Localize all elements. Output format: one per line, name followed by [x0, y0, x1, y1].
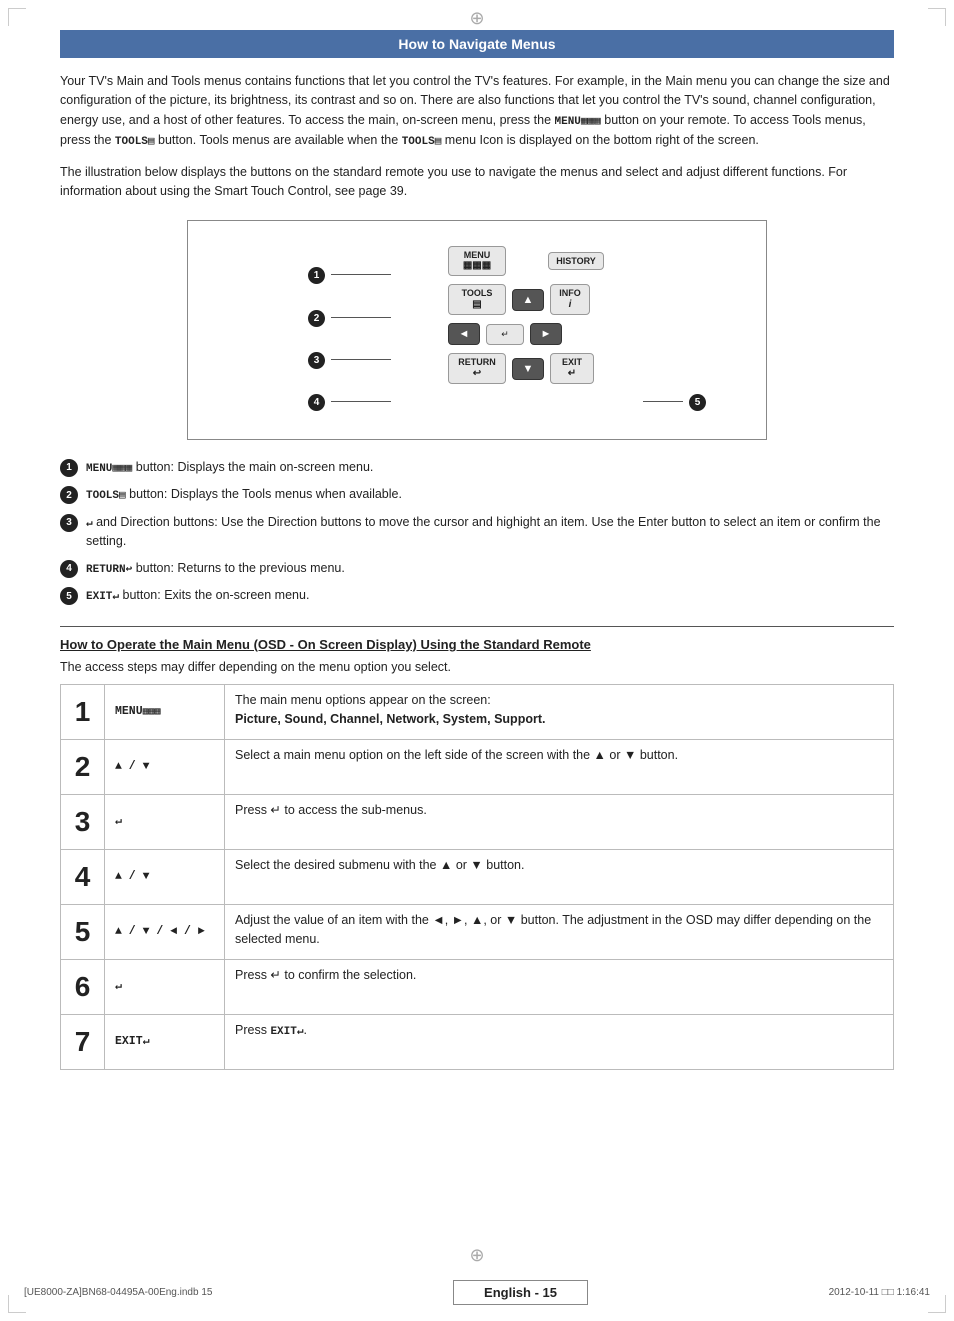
table-row: 1 MENU▦▦▦ The main menu options appear o… [61, 684, 894, 739]
osd-row-icon: EXIT↵ [105, 1014, 225, 1069]
page-label: English - 15 [484, 1285, 557, 1300]
osd-row-icon: ▲ / ▼ [105, 849, 225, 904]
desc-text-3: ↵ and Direction buttons: Use the Directi… [86, 513, 894, 551]
osd-row-icon: ▲ / ▼ / ◄ / ► [105, 904, 225, 959]
enter-button[interactable]: ↵ [486, 324, 524, 345]
info-button[interactable]: INFOi [550, 284, 590, 315]
crosshair-bottom-icon: ⊕ [469, 1245, 484, 1266]
menu-key-desc: MENU▦▦▦ [86, 463, 132, 475]
table-row: 2 ▲ / ▼ Select a main menu option on the… [61, 739, 894, 794]
osd-section: How to Operate the Main Menu (OSD - On S… [60, 637, 894, 1070]
table-row: 5 ▲ / ▼ / ◄ / ► Adjust the value of an i… [61, 904, 894, 959]
table-row: 7 EXIT↵ Press EXIT↵. [61, 1014, 894, 1069]
osd-row-num: 6 [61, 959, 105, 1014]
remote-row-4: RETURN↩ ▼ EXIT↵ [448, 353, 688, 384]
tools-key-desc: TOOLS▤ [86, 490, 126, 502]
left-button[interactable]: ◄ [448, 323, 480, 345]
tools-button[interactable]: TOOLS▤ [448, 284, 506, 315]
remote-row-1: MENU▦▦▦ HISTORY [448, 246, 688, 277]
osd-row-num: 5 [61, 904, 105, 959]
desc-text-2: TOOLS▤ button: Displays the Tools menus … [86, 485, 894, 505]
osd-subtitle: The access steps may differ depending on… [60, 660, 894, 674]
intro-paragraph: Your TV's Main and Tools menus contains … [60, 72, 894, 151]
illustration-note: The illustration below displays the butt… [60, 163, 894, 202]
callout-3: 3 [308, 351, 391, 369]
osd-row-desc: Select a main menu option on the left si… [225, 739, 894, 794]
footer-left: [UE8000-ZA]BN68-04495A-00Eng.indb 15 [24, 1287, 212, 1298]
desc-num-3: 3 [60, 514, 78, 532]
table-row: 4 ▲ / ▼ Select the desired submenu with … [61, 849, 894, 904]
desc-text-1: MENU▦▦▦ button: Displays the main on-scr… [86, 458, 894, 478]
menu-key-inline: MENU▦▦▦ [555, 116, 601, 128]
exit-key-desc: EXIT↵ [86, 591, 119, 603]
down-button[interactable]: ▼ [512, 358, 544, 380]
desc-item-3: 3 ↵ and Direction buttons: Use the Direc… [60, 513, 894, 551]
osd-row-icon: ↵ [105, 959, 225, 1014]
desc-item-1: 1 MENU▦▦▦ button: Displays the main on-s… [60, 458, 894, 478]
osd-row-desc: Press ↵ to access the sub-menus. [225, 794, 894, 849]
remote-illustration-box: 1 2 3 4 5 MENU▦▦▦ HI [187, 220, 767, 440]
tools-key-inline2: TOOLS▤ [402, 136, 442, 148]
desc-item-4: 4 RETURN↩ button: Returns to the previou… [60, 559, 894, 579]
callout-5: 5 [643, 393, 706, 411]
osd-row-desc: Select the desired submenu with the ▲ or… [225, 849, 894, 904]
desc-text-5: EXIT↵ button: Exits the on-screen menu. [86, 586, 894, 606]
callout-4: 4 [308, 393, 391, 411]
desc-num-1: 1 [60, 459, 78, 477]
page-label-box: English - 15 [453, 1280, 588, 1305]
remote-row-3: ◄ ↵ ► [448, 323, 688, 345]
right-button[interactable]: ► [530, 323, 562, 345]
corner-mark-tl [8, 8, 26, 26]
menu-options-list: Picture, Sound, Channel, Network, System… [235, 712, 545, 726]
footer-right: 2012-10-11 □□ 1:16:41 [829, 1287, 930, 1298]
osd-row-desc: Press ↵ to confirm the selection. [225, 959, 894, 1014]
page: ⊕ How to Navigate Menus Your TV's Main a… [0, 0, 954, 1321]
remote-buttons-area: MENU▦▦▦ HISTORY TOOLS▤ ▲ INFOi ◄ ↵ ► [448, 246, 688, 392]
osd-row-num: 4 [61, 849, 105, 904]
desc-num-2: 2 [60, 486, 78, 504]
callout-1: 1 [308, 266, 391, 284]
osd-row-desc: Adjust the value of an item with the ◄, … [225, 904, 894, 959]
section-title: How to Navigate Menus [398, 36, 555, 52]
exit-inline: EXIT↵ [270, 1026, 303, 1038]
osd-row-num: 7 [61, 1014, 105, 1069]
return-button[interactable]: RETURN↩ [448, 353, 506, 384]
osd-row-num: 3 [61, 794, 105, 849]
desc-num-5: 5 [60, 587, 78, 605]
desc-num-4: 4 [60, 560, 78, 578]
remote-row-2: TOOLS▤ ▲ INFOi [448, 284, 688, 315]
osd-row-num: 2 [61, 739, 105, 794]
tools-key-inline: TOOLS▤ [115, 136, 155, 148]
page-footer: [UE8000-ZA]BN68-04495A-00Eng.indb 15 Eng… [0, 1280, 954, 1305]
enter-key-desc: ↵ [86, 518, 93, 530]
osd-row-icon: ▲ / ▼ [105, 739, 225, 794]
table-row: 3 ↵ Press ↵ to access the sub-menus. [61, 794, 894, 849]
up-button[interactable]: ▲ [512, 289, 544, 311]
menu-button[interactable]: MENU▦▦▦ [448, 246, 506, 277]
table-row: 6 ↵ Press ↵ to confirm the selection. [61, 959, 894, 1014]
footer-center: English - 15 [453, 1280, 588, 1305]
corner-mark-tr [928, 8, 946, 26]
osd-row-icon: ↵ [105, 794, 225, 849]
osd-title: How to Operate the Main Menu (OSD - On S… [60, 637, 894, 652]
section-title-bar: How to Navigate Menus [60, 30, 894, 58]
description-list: 1 MENU▦▦▦ button: Displays the main on-s… [60, 458, 894, 606]
desc-item-2: 2 TOOLS▤ button: Displays the Tools menu… [60, 485, 894, 505]
osd-row-icon: MENU▦▦▦ [105, 684, 225, 739]
return-key-desc: RETURN↩ [86, 564, 132, 576]
exit-button[interactable]: EXIT↵ [550, 353, 594, 384]
desc-item-5: 5 EXIT↵ button: Exits the on-screen menu… [60, 586, 894, 606]
desc-text-4: RETURN↩ button: Returns to the previous … [86, 559, 894, 579]
crosshair-top-icon: ⊕ [469, 8, 484, 29]
osd-row-num: 1 [61, 684, 105, 739]
history-button[interactable]: HISTORY [548, 252, 604, 271]
section-divider [60, 626, 894, 627]
osd-table: 1 MENU▦▦▦ The main menu options appear o… [60, 684, 894, 1070]
callout-2: 2 [308, 309, 391, 327]
osd-row-desc: The main menu options appear on the scre… [225, 684, 894, 739]
osd-row-desc: Press EXIT↵. [225, 1014, 894, 1069]
